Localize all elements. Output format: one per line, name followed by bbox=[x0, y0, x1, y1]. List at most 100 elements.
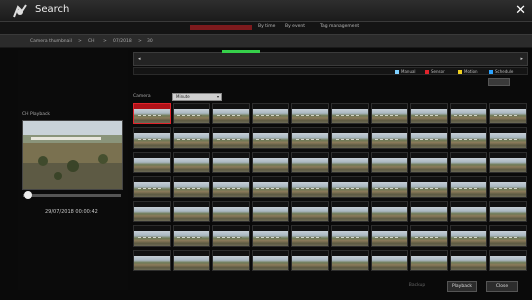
timeline-zoom-button[interactable] bbox=[488, 78, 510, 86]
thumbnail-cell[interactable] bbox=[251, 176, 290, 198]
thumbnail-cell[interactable] bbox=[330, 176, 369, 198]
thumbnail-cell[interactable] bbox=[449, 249, 488, 271]
thumbnail-cell[interactable] bbox=[410, 200, 448, 223]
legend-schedule: Schedule bbox=[489, 69, 513, 74]
thumbnail-cell[interactable] bbox=[489, 103, 527, 125]
thumbnail-cell[interactable] bbox=[410, 249, 448, 271]
thumbnail-cell[interactable] bbox=[489, 225, 527, 247]
thumbnail-cell[interactable] bbox=[370, 176, 409, 198]
thumbnail-cell[interactable] bbox=[251, 225, 290, 247]
thumbnail-cell[interactable] bbox=[251, 200, 290, 223]
playback-progress-track[interactable] bbox=[23, 194, 121, 197]
thumbnail-cell[interactable] bbox=[133, 200, 171, 223]
thumbnail-cell[interactable] bbox=[291, 176, 329, 198]
thumbnail-cell[interactable] bbox=[291, 225, 329, 247]
tab-by-event[interactable]: By event bbox=[285, 24, 305, 29]
thumbnail-image bbox=[252, 157, 289, 173]
thumbnail-cell[interactable] bbox=[291, 200, 329, 223]
thumbnail-cell[interactable] bbox=[172, 176, 211, 198]
thumbnail-cell[interactable] bbox=[212, 200, 250, 223]
close-button[interactable]: Close bbox=[486, 281, 518, 292]
thumbnail-cell[interactable] bbox=[330, 151, 369, 174]
thumbnail-cell[interactable] bbox=[410, 151, 448, 174]
thumbnail-cell[interactable] bbox=[330, 249, 369, 271]
thumbnail-cell[interactable] bbox=[291, 151, 329, 174]
timeline-position-marker bbox=[222, 50, 260, 53]
breadcrumb-item[interactable]: 07/2018 bbox=[113, 39, 132, 44]
thumbnail-cell[interactable] bbox=[449, 176, 488, 198]
tab-thumbnail[interactable] bbox=[190, 25, 252, 31]
thumbnail-cell[interactable] bbox=[172, 225, 211, 247]
thumbnail-cell[interactable] bbox=[212, 151, 250, 174]
thumbnail-cell[interactable] bbox=[212, 225, 250, 247]
playback-progress-handle[interactable] bbox=[23, 191, 32, 199]
thumbnail-cell[interactable] bbox=[370, 127, 409, 149]
breadcrumb-item[interactable]: Camera thumbnail bbox=[30, 39, 72, 44]
thumbnail-cell[interactable] bbox=[330, 200, 369, 223]
thumbnail-cell[interactable] bbox=[172, 200, 211, 223]
close-icon[interactable]: ✕ bbox=[515, 3, 526, 19]
unit-select[interactable]: Minute ▾ bbox=[172, 93, 222, 101]
thumbnail-cell[interactable] bbox=[291, 249, 329, 271]
thumbnail-cell[interactable] bbox=[489, 176, 527, 198]
breadcrumb-item[interactable]: CH bbox=[88, 39, 95, 44]
thumbnail-cell[interactable] bbox=[133, 225, 171, 247]
thumbnail-cell[interactable] bbox=[133, 176, 171, 198]
thumbnail-cell[interactable] bbox=[489, 127, 527, 149]
tab-tag-management[interactable]: Tag management bbox=[320, 24, 359, 29]
thumbnail-cell[interactable] bbox=[172, 151, 211, 174]
thumbnail-cell[interactable] bbox=[330, 225, 369, 247]
thumbnail-cell[interactable] bbox=[410, 127, 448, 149]
thumbnail-cell[interactable] bbox=[449, 103, 488, 125]
thumbnail-cell[interactable] bbox=[449, 200, 488, 223]
breadcrumb-separator: > bbox=[138, 39, 142, 44]
thumbnail-cell[interactable] bbox=[489, 151, 527, 174]
thumbnail-image bbox=[450, 182, 487, 197]
thumbnail-cell[interactable] bbox=[133, 127, 171, 149]
thumbnail-cell[interactable] bbox=[370, 151, 409, 174]
thumbnail-cell[interactable] bbox=[133, 151, 171, 174]
thumbnail-cell[interactable] bbox=[251, 103, 290, 125]
timeline[interactable]: ◂ ▸ bbox=[133, 52, 528, 66]
thumbnail-cell[interactable] bbox=[489, 200, 527, 223]
thumbnail-cell[interactable] bbox=[212, 103, 250, 125]
thumbnail-cell[interactable] bbox=[370, 249, 409, 271]
thumbnail-cell[interactable] bbox=[330, 103, 369, 125]
thumbnail-cell[interactable] bbox=[251, 249, 290, 271]
thumbnail-cell[interactable] bbox=[172, 127, 211, 149]
tab-by-time[interactable]: By time bbox=[258, 24, 275, 29]
thumbnail-cell[interactable] bbox=[449, 151, 488, 174]
thumbnail-image bbox=[450, 231, 487, 246]
thumbnail-cell[interactable] bbox=[370, 200, 409, 223]
thumbnail-cell[interactable] bbox=[172, 249, 211, 271]
thumbnail-cell[interactable] bbox=[410, 103, 448, 125]
thumbnail-image bbox=[371, 157, 408, 173]
thumbnail-cell[interactable] bbox=[291, 103, 329, 125]
preview-video[interactable] bbox=[22, 120, 123, 190]
thumbnail-cell[interactable] bbox=[410, 225, 448, 247]
timeline-left-arrow[interactable]: ◂ bbox=[138, 56, 141, 62]
thumbnail-cell[interactable] bbox=[449, 225, 488, 247]
thumbnail-cell[interactable] bbox=[410, 176, 448, 198]
thumbnail-cell[interactable] bbox=[212, 127, 250, 149]
thumbnail-cell[interactable] bbox=[133, 249, 171, 271]
thumbnail-cell[interactable] bbox=[291, 127, 329, 149]
thumbnail-cell[interactable] bbox=[370, 225, 409, 247]
thumbnail-cell[interactable] bbox=[212, 176, 250, 198]
thumbnail-cell[interactable] bbox=[449, 127, 488, 149]
thumbnail-cell[interactable] bbox=[251, 127, 290, 149]
thumbnail-cell[interactable] bbox=[133, 103, 171, 125]
thumbnail-cell[interactable] bbox=[489, 249, 527, 271]
thumbnail-image bbox=[450, 133, 487, 148]
thumbnail-cell[interactable] bbox=[212, 249, 250, 271]
thumbnail-cell[interactable] bbox=[251, 151, 290, 174]
backup-button[interactable]: Backup bbox=[402, 281, 432, 292]
thumbnail-image bbox=[331, 109, 368, 124]
thumbnail-cell[interactable] bbox=[370, 103, 409, 125]
thumbnail-cell[interactable] bbox=[330, 127, 369, 149]
timeline-right-arrow[interactable]: ▸ bbox=[520, 56, 523, 62]
thumbnail-cell[interactable] bbox=[172, 103, 211, 125]
breadcrumb-item[interactable]: 30 bbox=[147, 39, 153, 44]
playback-button[interactable]: Playback bbox=[447, 281, 477, 292]
thumbnail-image bbox=[213, 206, 249, 222]
